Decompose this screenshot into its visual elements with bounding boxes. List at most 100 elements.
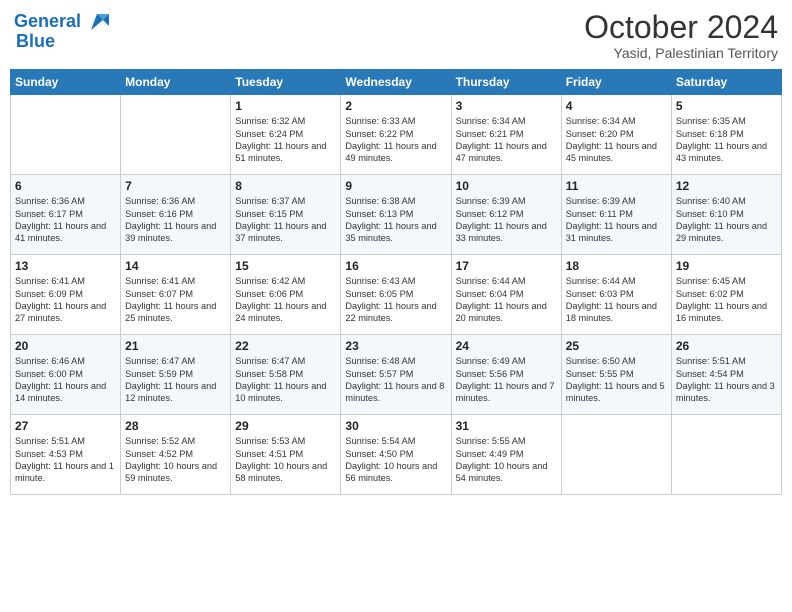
day-info: Sunrise: 6:36 AM Sunset: 6:17 PM Dayligh… bbox=[15, 195, 116, 245]
calendar-cell: 14 Sunrise: 6:41 AM Sunset: 6:07 PM Dayli… bbox=[121, 255, 231, 335]
calendar-cell: 23Sunrise: 6:48 AM Sunset: 5:57 PM Dayli… bbox=[341, 335, 451, 415]
day-number: 25 bbox=[566, 339, 667, 353]
calendar-cell bbox=[561, 415, 671, 495]
day-info: Sunrise: 6:38 AM Sunset: 6:13 PM Dayligh… bbox=[345, 195, 446, 245]
day-number: 11 bbox=[566, 179, 667, 193]
calendar-cell: 17 Sunrise: 6:44 AM Sunset: 6:04 PM Dayli… bbox=[451, 255, 561, 335]
day-number: 14 bbox=[125, 259, 226, 273]
calendar-cell: 30 Sunrise: 5:54 AM Sunset: 4:50 PM Dayli… bbox=[341, 415, 451, 495]
day-info: Sunrise: 6:37 AM Sunset: 6:15 PM Dayligh… bbox=[235, 195, 336, 245]
month-title: October 2024 bbox=[584, 10, 778, 45]
calendar-week-row: 6 Sunrise: 6:36 AM Sunset: 6:17 PM Daylig… bbox=[11, 175, 782, 255]
calendar-cell: 3Sunrise: 6:34 AM Sunset: 6:21 PM Daylig… bbox=[451, 95, 561, 175]
calendar-cell: 8 Sunrise: 6:37 AM Sunset: 6:15 PM Daylig… bbox=[231, 175, 341, 255]
day-number: 23 bbox=[345, 339, 446, 353]
calendar-week-row: 27 Sunrise: 5:51 AM Sunset: 4:53 PM Dayli… bbox=[11, 415, 782, 495]
day-of-week-header: Thursday bbox=[451, 70, 561, 95]
day-number: 6 bbox=[15, 179, 116, 193]
day-of-week-header: Saturday bbox=[671, 70, 781, 95]
calendar-cell: 18 Sunrise: 6:44 AM Sunset: 6:03 PM Dayli… bbox=[561, 255, 671, 335]
calendar-cell: 26Sunrise: 5:51 AM Sunset: 4:54 PM Dayli… bbox=[671, 335, 781, 415]
day-number: 19 bbox=[676, 259, 777, 273]
calendar-table: SundayMondayTuesdayWednesdayThursdayFrid… bbox=[10, 69, 782, 495]
calendar-cell: 13Sunrise: 6:41 AM Sunset: 6:09 PM Dayli… bbox=[11, 255, 121, 335]
day-of-week-header: Wednesday bbox=[341, 70, 451, 95]
day-info: Sunrise: 6:47 AM Sunset: 5:58 PM Dayligh… bbox=[235, 355, 336, 405]
calendar-cell: 1 Sunrise: 6:32 AM Sunset: 6:24 PM Daylig… bbox=[231, 95, 341, 175]
day-number: 3 bbox=[456, 99, 557, 113]
calendar-cell: 16 Sunrise: 6:43 AM Sunset: 6:05 PM Dayli… bbox=[341, 255, 451, 335]
calendar-cell: 11Sunrise: 6:39 AM Sunset: 6:11 PM Dayli… bbox=[561, 175, 671, 255]
calendar-cell: 22 Sunrise: 6:47 AM Sunset: 5:58 PM Dayli… bbox=[231, 335, 341, 415]
day-number: 7 bbox=[125, 179, 226, 193]
day-info: Sunrise: 6:44 AM Sunset: 6:03 PM Dayligh… bbox=[566, 275, 667, 325]
day-info: Sunrise: 6:42 AM Sunset: 6:06 PM Dayligh… bbox=[235, 275, 336, 325]
day-number: 29 bbox=[235, 419, 336, 433]
day-number: 20 bbox=[15, 339, 116, 353]
day-info: Sunrise: 6:39 AM Sunset: 6:12 PM Dayligh… bbox=[456, 195, 557, 245]
day-number: 1 bbox=[235, 99, 336, 113]
calendar-cell: 5 Sunrise: 6:35 AM Sunset: 6:18 PM Daylig… bbox=[671, 95, 781, 175]
day-info: Sunrise: 6:46 AM Sunset: 6:00 PM Dayligh… bbox=[15, 355, 116, 405]
logo-text: General bbox=[14, 12, 81, 32]
page-header: General Blue October 2024 Yasid, Palesti… bbox=[10, 10, 782, 61]
day-number: 16 bbox=[345, 259, 446, 273]
day-info: Sunrise: 6:32 AM Sunset: 6:24 PM Dayligh… bbox=[235, 115, 336, 165]
day-info: Sunrise: 6:45 AM Sunset: 6:02 PM Dayligh… bbox=[676, 275, 777, 325]
calendar-cell bbox=[11, 95, 121, 175]
day-info: Sunrise: 5:52 AM Sunset: 4:52 PM Dayligh… bbox=[125, 435, 226, 485]
calendar-cell: 15 Sunrise: 6:42 AM Sunset: 6:06 PM Dayli… bbox=[231, 255, 341, 335]
day-number: 21 bbox=[125, 339, 226, 353]
day-info: Sunrise: 6:49 AM Sunset: 5:56 PM Dayligh… bbox=[456, 355, 557, 405]
day-number: 12 bbox=[676, 179, 777, 193]
day-info: Sunrise: 5:54 AM Sunset: 4:50 PM Dayligh… bbox=[345, 435, 446, 485]
day-number: 27 bbox=[15, 419, 116, 433]
calendar-cell: 24 Sunrise: 6:49 AM Sunset: 5:56 PM Dayli… bbox=[451, 335, 561, 415]
day-of-week-header: Monday bbox=[121, 70, 231, 95]
day-number: 26 bbox=[676, 339, 777, 353]
day-number: 30 bbox=[345, 419, 446, 433]
calendar-cell: 21 Sunrise: 6:47 AM Sunset: 5:59 PM Dayli… bbox=[121, 335, 231, 415]
day-info: Sunrise: 6:43 AM Sunset: 6:05 PM Dayligh… bbox=[345, 275, 446, 325]
calendar-cell: 9 Sunrise: 6:38 AM Sunset: 6:13 PM Daylig… bbox=[341, 175, 451, 255]
day-number: 15 bbox=[235, 259, 336, 273]
day-info: Sunrise: 6:35 AM Sunset: 6:18 PM Dayligh… bbox=[676, 115, 777, 165]
calendar-cell: 20 Sunrise: 6:46 AM Sunset: 6:00 PM Dayli… bbox=[11, 335, 121, 415]
day-info: Sunrise: 6:41 AM Sunset: 6:07 PM Dayligh… bbox=[125, 275, 226, 325]
calendar-week-row: 13Sunrise: 6:41 AM Sunset: 6:09 PM Dayli… bbox=[11, 255, 782, 335]
day-number: 10 bbox=[456, 179, 557, 193]
day-info: Sunrise: 6:47 AM Sunset: 5:59 PM Dayligh… bbox=[125, 355, 226, 405]
calendar-week-row: 20 Sunrise: 6:46 AM Sunset: 6:00 PM Dayli… bbox=[11, 335, 782, 415]
day-number: 31 bbox=[456, 419, 557, 433]
calendar-cell: 29 Sunrise: 5:53 AM Sunset: 4:51 PM Dayli… bbox=[231, 415, 341, 495]
location-subtitle: Yasid, Palestinian Territory bbox=[584, 45, 778, 61]
day-of-week-header: Tuesday bbox=[231, 70, 341, 95]
calendar-week-row: 1 Sunrise: 6:32 AM Sunset: 6:24 PM Daylig… bbox=[11, 95, 782, 175]
calendar-cell: 28 Sunrise: 5:52 AM Sunset: 4:52 PM Dayli… bbox=[121, 415, 231, 495]
day-number: 5 bbox=[676, 99, 777, 113]
calendar-cell: 12 Sunrise: 6:40 AM Sunset: 6:10 PM Dayli… bbox=[671, 175, 781, 255]
day-info: Sunrise: 6:40 AM Sunset: 6:10 PM Dayligh… bbox=[676, 195, 777, 245]
day-number: 8 bbox=[235, 179, 336, 193]
day-info: Sunrise: 6:33 AM Sunset: 6:22 PM Dayligh… bbox=[345, 115, 446, 165]
day-number: 2 bbox=[345, 99, 446, 113]
calendar-cell: 25Sunrise: 6:50 AM Sunset: 5:55 PM Dayli… bbox=[561, 335, 671, 415]
logo-text2: Blue bbox=[16, 32, 55, 52]
calendar-cell: 4Sunrise: 6:34 AM Sunset: 6:20 PM Daylig… bbox=[561, 95, 671, 175]
calendar-cell: 2 Sunrise: 6:33 AM Sunset: 6:22 PM Daylig… bbox=[341, 95, 451, 175]
day-number: 18 bbox=[566, 259, 667, 273]
calendar-cell: 31Sunrise: 5:55 AM Sunset: 4:49 PM Dayli… bbox=[451, 415, 561, 495]
day-number: 22 bbox=[235, 339, 336, 353]
day-number: 24 bbox=[456, 339, 557, 353]
calendar-cell: 19 Sunrise: 6:45 AM Sunset: 6:02 PM Dayli… bbox=[671, 255, 781, 335]
day-info: Sunrise: 6:44 AM Sunset: 6:04 PM Dayligh… bbox=[456, 275, 557, 325]
calendar-cell bbox=[121, 95, 231, 175]
calendar-cell bbox=[671, 415, 781, 495]
day-number: 28 bbox=[125, 419, 226, 433]
title-block: October 2024 Yasid, Palestinian Territor… bbox=[584, 10, 778, 61]
day-number: 9 bbox=[345, 179, 446, 193]
day-info: Sunrise: 6:36 AM Sunset: 6:16 PM Dayligh… bbox=[125, 195, 226, 245]
day-number: 17 bbox=[456, 259, 557, 273]
day-info: Sunrise: 5:51 AM Sunset: 4:53 PM Dayligh… bbox=[15, 435, 116, 485]
day-info: Sunrise: 5:53 AM Sunset: 4:51 PM Dayligh… bbox=[235, 435, 336, 485]
